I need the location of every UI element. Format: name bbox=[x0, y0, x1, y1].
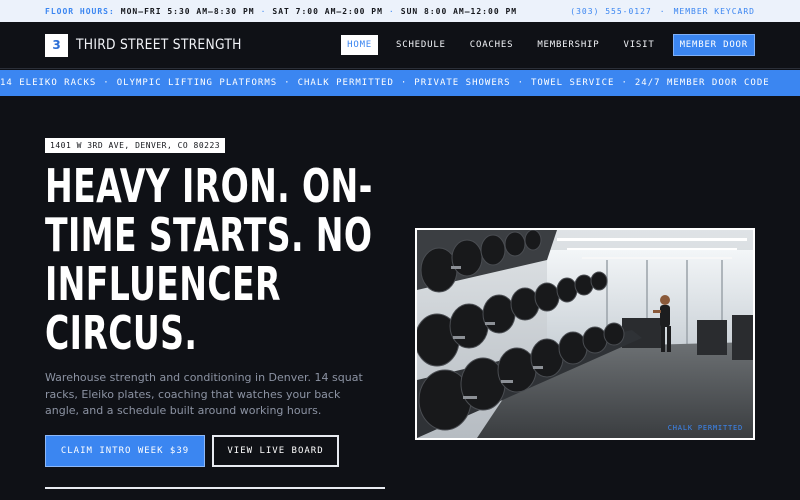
floor-hours-bar: FLOOR HOURS: MON–FRI 5:30 AM–8:30 PM · S… bbox=[0, 0, 800, 22]
hours-sunday: SUN 8:00 AM–12:00 PM bbox=[400, 6, 518, 16]
marquee-item: TOWEL SERVICE bbox=[531, 78, 615, 88]
member-door-button[interactable]: MEMBER DOOR bbox=[672, 34, 755, 56]
hours-separator: · bbox=[260, 6, 267, 16]
main-nav: HOME SCHEDULE COACHES MEMBERSHIP VISIT M… bbox=[329, 34, 755, 56]
nav-coaches[interactable]: COACHES bbox=[464, 35, 520, 55]
amenities-marquee: 14 ELEIKO RACKS · OLYMPIC LIFTING PLATFO… bbox=[0, 70, 800, 96]
nav-home[interactable]: HOME bbox=[341, 35, 379, 55]
nav-visit[interactable]: VISIT bbox=[618, 35, 661, 55]
view-live-board-button[interactable]: VIEW LIVE BOARD bbox=[212, 435, 339, 467]
marquee-separator: · bbox=[621, 78, 628, 88]
topbar-contact: (303) 555-0127 · MEMBER KEYCARD bbox=[570, 7, 755, 16]
photo-caption: CHALK PERMITTED bbox=[667, 424, 743, 432]
marquee-separator: · bbox=[400, 78, 408, 88]
address-badge: 1401 W 3RD AVE, DENVER, CO 80223 bbox=[45, 138, 226, 153]
hero-divider bbox=[45, 487, 385, 489]
hero-headline: HEAVY IRON. ON-TIME STARTS. NO INFLUENCE… bbox=[45, 159, 373, 360]
marquee-separator: · bbox=[103, 78, 110, 88]
marquee-separator: · bbox=[284, 78, 291, 88]
nav-schedule[interactable]: SCHEDULE bbox=[390, 35, 452, 55]
phone-link[interactable]: (303) 555-0127 bbox=[570, 7, 651, 16]
marquee-item: 14 ELEIKO RACKS bbox=[0, 78, 97, 88]
site-header: 3 THIRD STREET STRENGTH HOME SCHEDULE CO… bbox=[0, 22, 800, 69]
gym-photo: CHALK PERMITTED bbox=[415, 228, 755, 440]
member-keycard-link[interactable]: MEMBER KEYCARD bbox=[674, 7, 755, 16]
hours-label: FLOOR HOURS: bbox=[45, 6, 115, 16]
marquee-item: CHALK PERMITTED bbox=[297, 78, 394, 88]
contact-separator: · bbox=[659, 6, 666, 16]
hours-weekday: MON–FRI 5:30 AM–8:30 PM bbox=[120, 6, 255, 16]
marquee-item: PRIVATE SHOWERS bbox=[414, 78, 511, 88]
hero-description: Warehouse strength and conditioning in D… bbox=[45, 371, 363, 417]
marquee-separator: · bbox=[517, 78, 524, 88]
hours-separator: · bbox=[388, 6, 395, 16]
nav-membership[interactable]: MEMBERSHIP bbox=[531, 35, 605, 55]
claim-intro-week-button[interactable]: CLAIM INTRO WEEK $39 bbox=[45, 435, 205, 467]
dumbbell-rack-illustration bbox=[417, 230, 753, 438]
marquee-item: 24/7 MEMBER DOOR CODE bbox=[634, 78, 770, 88]
marquee-item: OLYMPIC LIFTING PLATFORMS bbox=[116, 78, 278, 88]
hours-saturday: SAT 7:00 AM–2:00 PM bbox=[272, 6, 383, 16]
brand-name[interactable]: THIRD STREET STRENGTH bbox=[76, 37, 242, 53]
logo-mark[interactable]: 3 bbox=[45, 33, 68, 57]
